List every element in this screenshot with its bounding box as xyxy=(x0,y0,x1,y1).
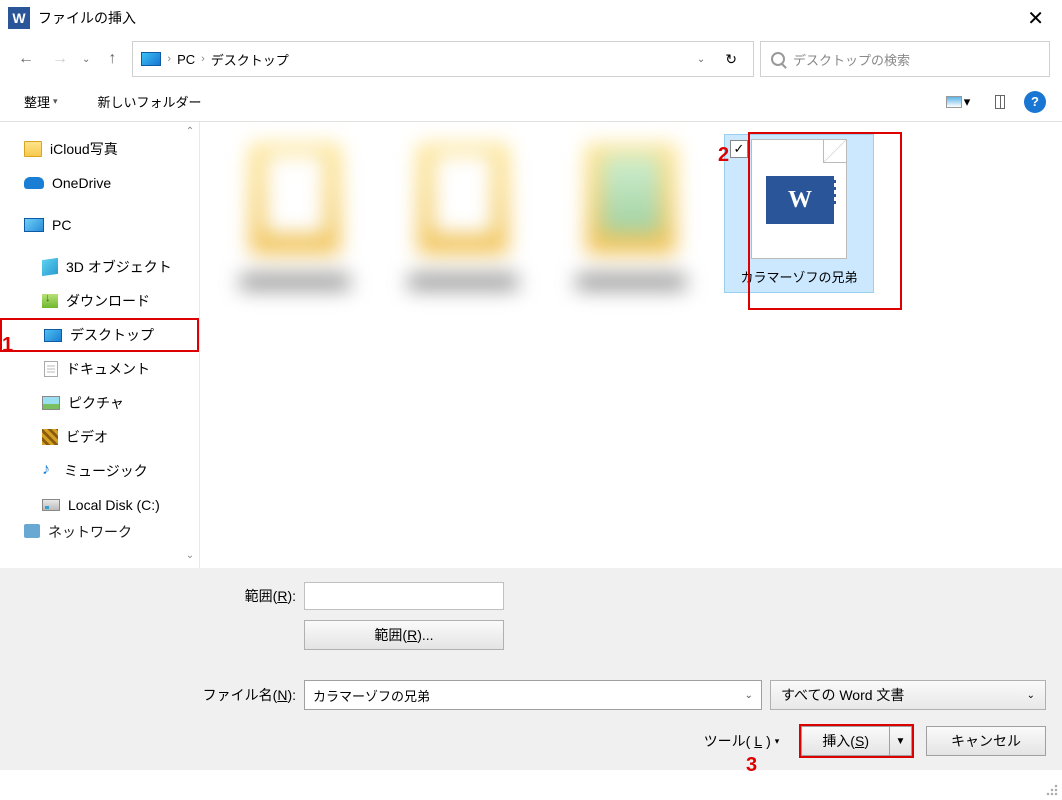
pic-icon xyxy=(42,396,60,410)
path-segment-current[interactable]: デスクトップ xyxy=(211,50,289,69)
disk-icon xyxy=(42,499,60,511)
history-dropdown[interactable]: ⌄ xyxy=(80,54,92,65)
tree-item--[interactable]: ビデオ xyxy=(0,420,199,454)
tree-item-3d-[interactable]: 3D オブジェクト xyxy=(0,250,199,284)
filetype-combobox[interactable]: すべての Word 文書 ⌄ xyxy=(770,680,1046,710)
resize-grip[interactable] xyxy=(1046,784,1058,796)
preview-pane-button[interactable] xyxy=(982,89,1018,115)
refresh-button[interactable]: ↻ xyxy=(717,51,745,68)
filename-combobox[interactable]: カラマーゾフの兄弟 ⌄ xyxy=(304,680,762,710)
tree-item-label: Local Disk (C:) xyxy=(68,497,160,513)
titlebar: W ファイルの挿入 ✕ xyxy=(0,0,1062,36)
tree-item-label: ビデオ xyxy=(66,427,108,447)
tree-item-pc[interactable]: PC xyxy=(0,208,199,242)
tree-item-label: 3D オブジェクト xyxy=(66,257,172,277)
navigation-bar: ← → ⌄ ↑ › PC › デスクトップ ⌄ ↻ デスクトップの検索 xyxy=(0,36,1062,82)
filename-label: ファイル名(N): xyxy=(16,685,296,705)
tree-item-local-disk-c-[interactable]: Local Disk (C:) xyxy=(0,488,199,522)
mus-icon: ♪ xyxy=(42,463,56,479)
word-app-icon: W xyxy=(8,7,30,29)
file-label: カラマーゾフの兄弟 xyxy=(729,265,869,288)
tree-item-label: ミュージック xyxy=(64,461,148,481)
dl-icon xyxy=(42,294,58,308)
tools-menu[interactable]: ツール(L) ▾ xyxy=(704,731,780,751)
range-input[interactable] xyxy=(304,582,504,610)
annotation-number-1: 1 xyxy=(2,334,13,357)
insert-split-button[interactable]: ▼ xyxy=(890,726,912,756)
tree-item-label: デスクトップ xyxy=(70,325,154,345)
net-icon xyxy=(24,524,40,538)
3d-icon xyxy=(42,258,58,276)
tree-item--[interactable]: ♪ ミュージック xyxy=(0,454,199,488)
new-folder-button[interactable]: 新しいフォルダー xyxy=(90,86,210,117)
filetype-value: すべての Word 文書 xyxy=(781,685,904,705)
annotation-number-2: 2 xyxy=(718,144,729,167)
path-segment-pc[interactable]: PC xyxy=(177,52,195,67)
insert-button[interactable]: 挿入(S) xyxy=(801,726,890,756)
vid-icon xyxy=(42,429,58,445)
tree-item-label: ダウンロード xyxy=(66,291,150,311)
tree-item-onedrive[interactable]: OneDrive xyxy=(0,166,199,200)
cloud-icon xyxy=(24,177,44,189)
chevron-right-icon: › xyxy=(167,53,171,65)
organize-button[interactable]: 整理▾ xyxy=(16,86,66,117)
up-button[interactable]: ↑ xyxy=(98,45,126,73)
scroll-down-button[interactable]: ⌄ xyxy=(183,550,197,564)
pc-icon xyxy=(24,218,44,232)
view-mode-button[interactable]: ▾ xyxy=(940,89,976,115)
chevron-down-icon: ⌄ xyxy=(1027,690,1035,701)
chevron-down-icon: ⌄ xyxy=(745,690,753,701)
desk-icon xyxy=(44,329,62,342)
blurred-file-item[interactable] xyxy=(556,134,706,294)
annotation-number-3: 3 xyxy=(746,754,757,777)
search-input[interactable]: デスクトップの検索 xyxy=(760,41,1050,77)
annotation-box-3: 挿入(S) ▼ xyxy=(799,724,914,758)
range-dialog-button[interactable]: 範囲(R)... xyxy=(304,620,504,650)
toolbar: 整理▾ 新しいフォルダー ▾ ? xyxy=(0,82,1062,122)
chevron-right-icon: › xyxy=(201,53,205,65)
scroll-up-button[interactable]: ⌃ xyxy=(183,126,197,140)
back-button[interactable]: ← xyxy=(12,45,40,73)
tree-item-label: ピクチャ xyxy=(68,393,124,413)
tree-item-label: OneDrive xyxy=(52,175,111,191)
cancel-button[interactable]: キャンセル xyxy=(926,726,1046,756)
tree-item-label: iCloud写真 xyxy=(50,139,118,159)
word-document-icon: W xyxy=(751,139,847,259)
file-item-selected[interactable]: ✓ W カラマーゾフの兄弟 xyxy=(724,134,874,293)
tree-item-label: ドキュメント xyxy=(66,359,150,379)
file-list: ✓ W カラマーゾフの兄弟 xyxy=(200,122,1062,568)
tree-item--[interactable]: ダウンロード xyxy=(0,284,199,318)
blurred-file-item[interactable] xyxy=(220,134,370,294)
bottom-panel: 範囲(R): 範囲(R)... ファイル名(N): カラマーゾフの兄弟 ⌄ すべ… xyxy=(0,568,1062,770)
address-bar[interactable]: › PC › デスクトップ ⌄ ↻ xyxy=(132,41,754,77)
filename-value: カラマーゾフの兄弟 xyxy=(313,686,430,705)
tree-item--[interactable]: デスクトップ xyxy=(0,318,199,352)
file-checkbox[interactable]: ✓ xyxy=(730,140,748,158)
tree-item--[interactable]: ドキュメント xyxy=(0,352,199,386)
blurred-file-item[interactable] xyxy=(388,134,538,294)
folder-tree: ⌃ iCloud写真 OneDrive PC 3D オブジェクトダウンロードデスクトッ… xyxy=(0,122,200,568)
search-placeholder: デスクトップの検索 xyxy=(793,50,910,69)
dialog-title: ファイルの挿入 xyxy=(38,8,136,28)
doc-icon xyxy=(44,361,58,377)
tree-item--[interactable]: ピクチャ xyxy=(0,386,199,420)
tree-item-label: ネットワーク xyxy=(48,522,132,540)
tree-item-icloud-[interactable]: iCloud写真 xyxy=(0,132,199,166)
main-area: ⌃ iCloud写真 OneDrive PC 3D オブジェクトダウンロードデスクトッ… xyxy=(0,122,1062,568)
tree-item--[interactable]: ネットワーク xyxy=(0,522,199,540)
tree-item-label: PC xyxy=(52,217,71,233)
range-label: 範囲(R): xyxy=(16,586,296,606)
folder-icon xyxy=(24,141,42,157)
address-history-dropdown[interactable]: ⌄ xyxy=(691,54,711,65)
forward-button[interactable]: → xyxy=(46,45,74,73)
help-button[interactable]: ? xyxy=(1024,91,1046,113)
pc-icon xyxy=(141,52,161,66)
close-button[interactable]: ✕ xyxy=(1017,4,1054,33)
search-icon xyxy=(771,52,785,66)
